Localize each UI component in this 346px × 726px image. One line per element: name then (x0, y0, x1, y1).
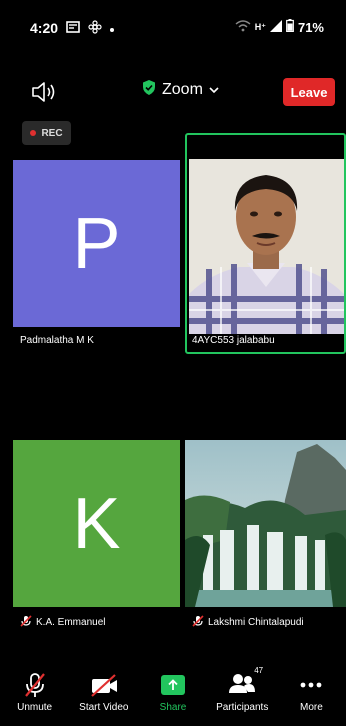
participant-tile-lakshmi[interactable] (185, 440, 346, 607)
participant-name: Padmalatha M K (20, 335, 94, 346)
participants-count: 47 (254, 666, 264, 675)
mic-muted-icon (192, 615, 204, 630)
avatar-letter: P (72, 203, 121, 284)
unmute-label: Unmute (17, 702, 53, 713)
participant-name-row: K.A. Emmanuel (20, 615, 105, 630)
meeting-toolbar: Unmute Start Video Share 47 Participants… (0, 666, 346, 726)
mic-muted-icon (20, 615, 32, 630)
share-arrow-icon (161, 675, 185, 695)
participant-name: Lakshmi Chintalapudi (208, 617, 304, 628)
shield-check-icon (142, 80, 156, 100)
status-notification-icons (66, 20, 114, 39)
participant-name: K.A. Emmanuel (36, 617, 106, 628)
news-icon (66, 20, 80, 39)
participant-name-row: Lakshmi Chintalapudi (192, 615, 304, 630)
share-button[interactable]: Share (138, 672, 207, 726)
meeting-title: Zoom (162, 81, 203, 98)
status-bar: 4:20 H⁺ 71% (0, 0, 346, 62)
more-label: More (300, 702, 323, 713)
participant-video (185, 440, 346, 607)
participant-tile-padmalatha[interactable]: P (13, 160, 180, 327)
participant-video (189, 159, 344, 334)
wifi-off-icon (235, 19, 251, 35)
dot-icon (110, 27, 114, 32)
recording-badge: REC (22, 121, 71, 145)
avatar-letter: K (72, 483, 121, 564)
participant-tile-emmanuel[interactable]: K (13, 440, 180, 607)
status-right: H⁺ 71% (235, 19, 324, 35)
share-label: Share (159, 702, 187, 713)
recording-dot-icon (30, 130, 37, 136)
leave-button[interactable]: Leave (283, 78, 335, 106)
fan-icon (88, 20, 102, 39)
unmute-button[interactable]: Unmute (0, 672, 69, 726)
battery-percent: 71% (297, 19, 324, 35)
more-button[interactable]: More (277, 672, 346, 726)
status-time: 4:20 (30, 20, 59, 36)
video-off-icon (89, 672, 119, 698)
speaker-icon (30, 82, 60, 108)
network-type: H⁺ (254, 21, 266, 32)
start-video-label: Start Video (79, 702, 129, 713)
chevron-down-icon (209, 81, 219, 99)
participants-label: Participants (216, 702, 269, 713)
participant-name: 4AYC553 jalababu (192, 335, 275, 346)
meeting-title-button[interactable]: Zoom (142, 80, 219, 100)
meeting-header: Zoom Leave (0, 72, 346, 112)
participant-tile-jalababu[interactable] (185, 133, 346, 354)
participants-button[interactable]: 47 Participants (208, 666, 277, 726)
people-icon (228, 673, 256, 698)
mic-off-icon (23, 672, 47, 698)
start-video-button[interactable]: Start Video (69, 672, 138, 726)
ellipsis-icon (300, 672, 322, 698)
battery-icon (286, 19, 294, 35)
recording-label: REC (41, 127, 63, 139)
signal-icon (269, 19, 282, 35)
speaker-button[interactable] (30, 80, 60, 104)
